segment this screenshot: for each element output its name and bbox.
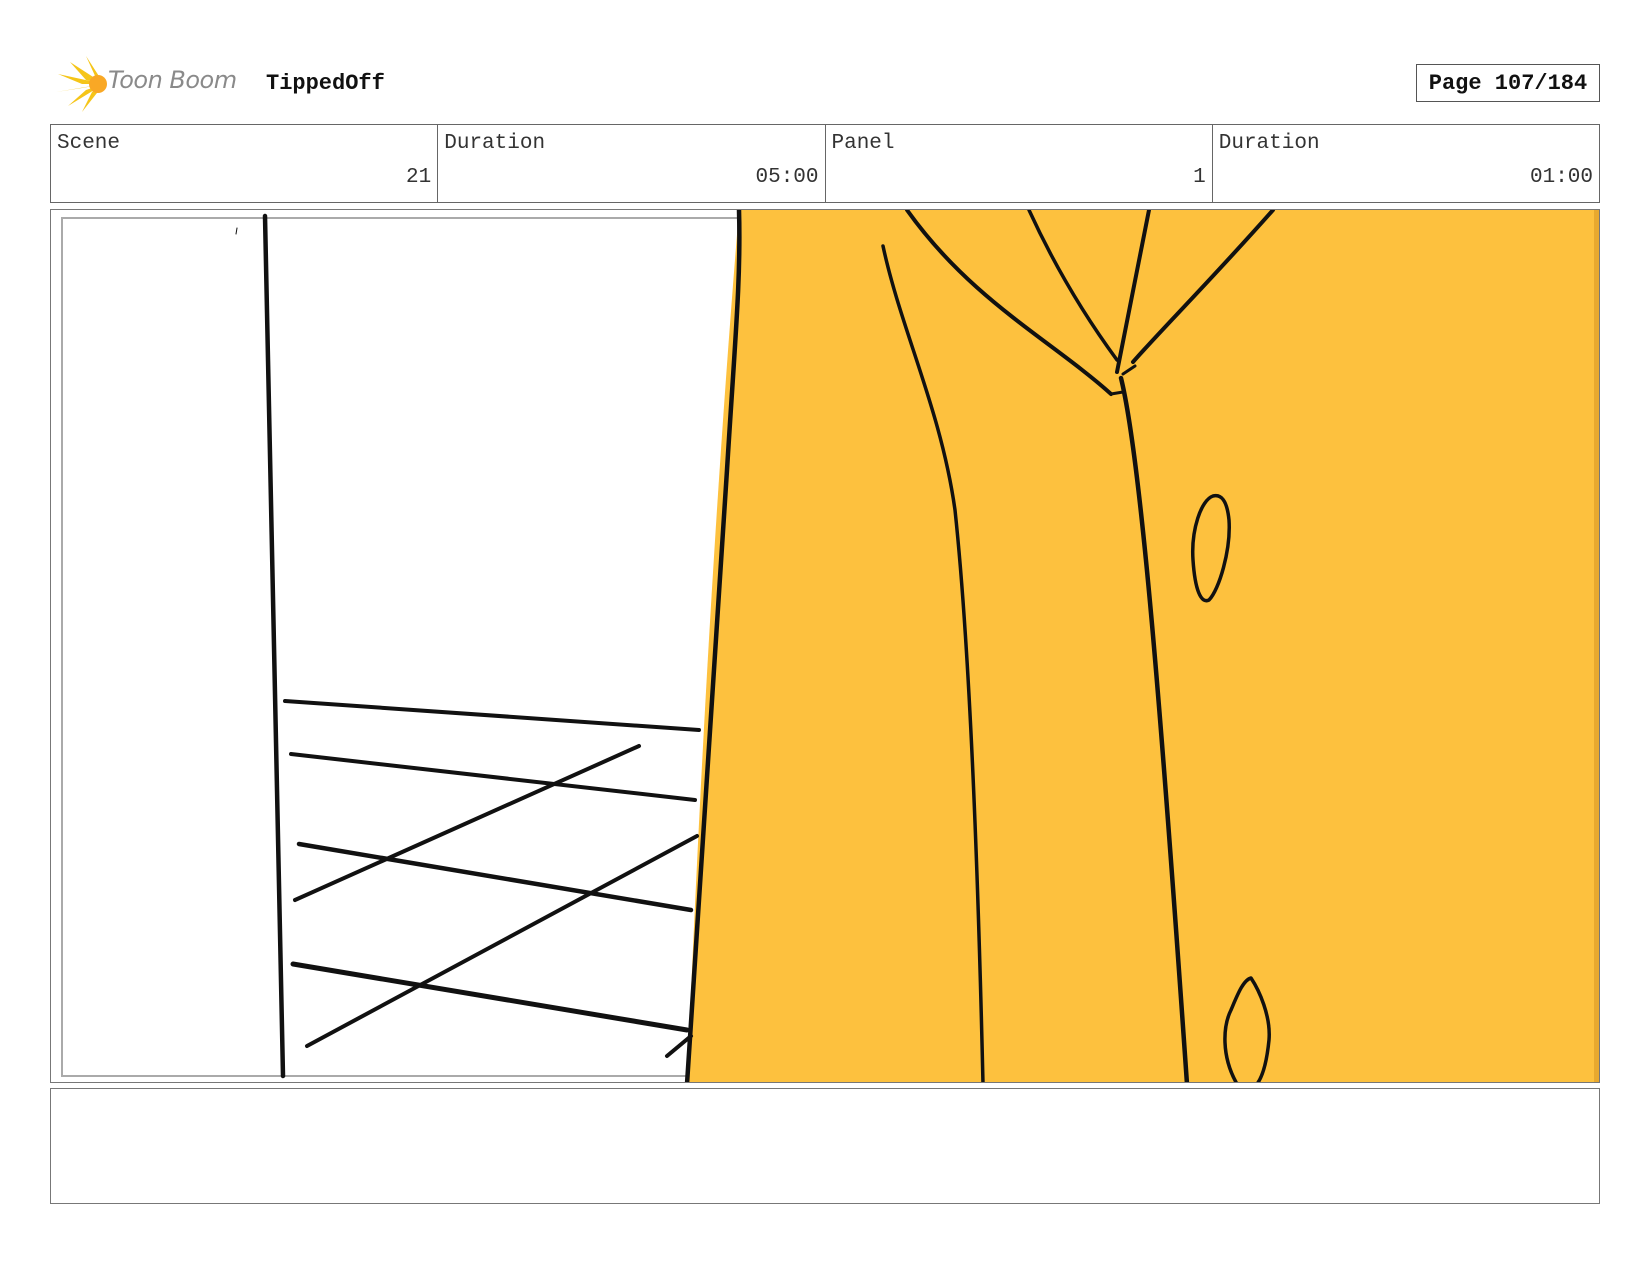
brace-line-1 bbox=[293, 744, 641, 902]
panel-duration-label: Duration bbox=[1218, 132, 1320, 155]
scene-cell: Scene 21 bbox=[51, 125, 439, 202]
scene-value: 21 bbox=[406, 166, 432, 189]
panel-duration-value: 01:00 bbox=[1529, 166, 1593, 189]
coat-fill bbox=[687, 210, 1599, 1082]
panel-drawing bbox=[61, 210, 1599, 1082]
panel-cell: Panel 1 bbox=[826, 125, 1213, 202]
coat-edge bbox=[1594, 210, 1599, 1082]
rail-line-2 bbox=[289, 752, 697, 802]
wall-line bbox=[262, 213, 286, 1079]
project-title: TippedOff bbox=[266, 71, 385, 96]
logo-wordmark: Toon Boom bbox=[108, 66, 237, 94]
scene-duration-value: 05:00 bbox=[755, 166, 819, 189]
rail-line-1 bbox=[283, 699, 701, 732]
storyboard-panel bbox=[50, 209, 1600, 1083]
scene-info-table: Scene 21 Duration 05:00 Panel 1 Duration… bbox=[50, 124, 1600, 203]
panel-duration-cell: Duration 01:00 bbox=[1213, 125, 1599, 202]
scene-label: Scene bbox=[57, 132, 121, 155]
page-number: Page 107/184 bbox=[1416, 64, 1600, 102]
panel-value: 1 bbox=[1193, 166, 1206, 189]
rail-line-3 bbox=[296, 841, 694, 913]
scene-duration-label: Duration bbox=[444, 132, 546, 155]
notes-box bbox=[50, 1088, 1600, 1204]
scene-duration-cell: Duration 05:00 bbox=[438, 125, 826, 202]
panel-label: Panel bbox=[831, 132, 895, 155]
